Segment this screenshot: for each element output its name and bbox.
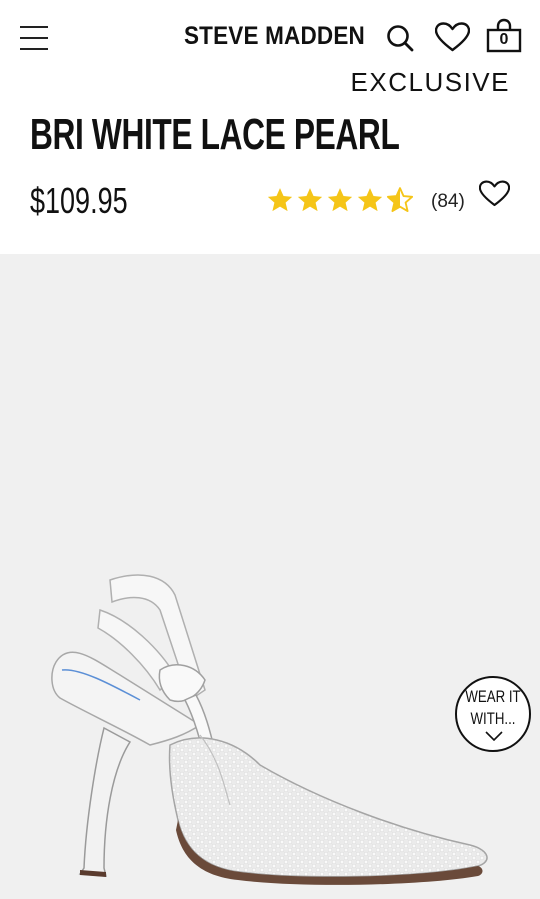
star-icon (357, 188, 383, 212)
menu-icon[interactable] (20, 24, 48, 52)
brand-logo[interactable]: STEVE MADDEN (184, 22, 365, 51)
star-icon (297, 188, 323, 212)
rating-stars[interactable] (266, 186, 414, 214)
half-star-icon (386, 187, 414, 213)
product-title: BRI WHITE LACE PEARL (30, 110, 400, 159)
review-count[interactable]: (84) (431, 191, 465, 213)
star-icon (267, 188, 293, 212)
wear-it-with-button[interactable]: WEAR IT WITH... (455, 676, 531, 752)
star-icon (327, 188, 353, 212)
site-header: STEVE MADDEN 0 (0, 0, 540, 75)
bag-count: 0 (499, 31, 509, 48)
exclusive-badge: EXCLUSIVE (350, 67, 510, 97)
product-price: $109.95 (30, 180, 128, 221)
wear-it-label: WEAR IT (465, 687, 521, 706)
shoe-image (51, 574, 488, 885)
shopping-bag-icon[interactable]: 0 (486, 18, 522, 54)
search-icon[interactable] (386, 24, 414, 57)
wear-with-label: WITH... (470, 709, 516, 728)
wishlist-heart-icon[interactable] (478, 180, 511, 212)
product-image[interactable] (0, 254, 540, 899)
chevron-down-icon (485, 731, 503, 741)
heart-icon[interactable] (434, 22, 471, 57)
